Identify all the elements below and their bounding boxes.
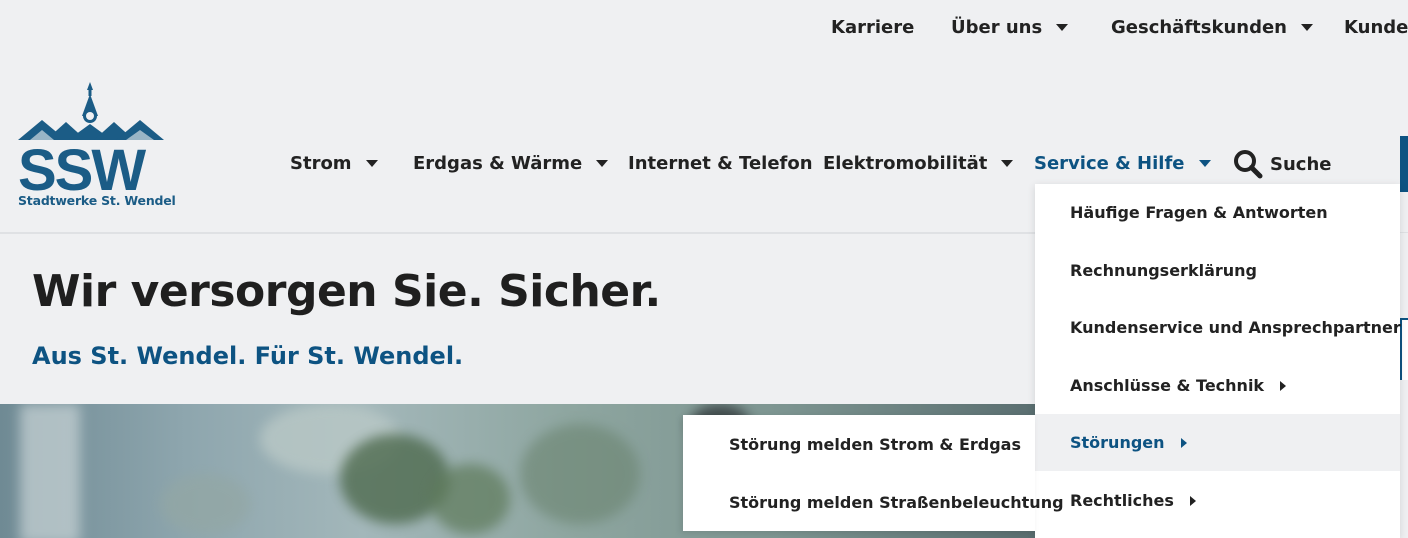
side-panel-edge xyxy=(1400,232,1408,312)
submenu-item-label: Störung melden Strom & Erdgas xyxy=(729,434,1021,454)
dropdown-item-rechnungserklaerung[interactable]: Rechnungserklärung xyxy=(1035,242,1400,299)
side-tab[interactable] xyxy=(1400,136,1408,192)
chevron-right-icon xyxy=(1180,437,1187,448)
chevron-right-icon xyxy=(1280,380,1287,391)
submenu-item-stoerung-strom-erdgas[interactable]: Störung melden Strom & Erdgas xyxy=(683,415,1035,473)
nav-item-label: Erdgas & Wärme xyxy=(413,153,583,174)
side-widget-edge[interactable] xyxy=(1400,318,1408,380)
caret-down-icon xyxy=(1198,160,1211,167)
caret-down-icon xyxy=(365,160,378,167)
dropdown-item-faq[interactable]: Häufige Fragen & Antworten xyxy=(1035,184,1400,241)
nav-item-internet-telefon[interactable]: Internet & Telefon xyxy=(628,153,813,174)
dropdown-item-label: Rechtliches xyxy=(1070,491,1174,510)
dropdown-item-label: Störungen xyxy=(1070,433,1165,452)
hero-subtitle: Aus St. Wendel. Für St. Wendel. xyxy=(32,342,464,370)
dropdown-item-kundenservice[interactable]: Kundenservice und Ansprechpartner xyxy=(1035,299,1401,356)
nav-item-erdgas-waerme[interactable]: Erdgas & Wärme xyxy=(413,153,609,174)
plant-blur xyxy=(430,464,510,534)
stoerungen-submenu: Störung melden Strom & Erdgas Störung me… xyxy=(683,415,1064,531)
logo-subtitle: Stadtwerke St. Wendel xyxy=(18,193,176,208)
dropdown-item-label: Anschlüsse & Technik xyxy=(1070,376,1265,395)
topnav-item-kunden[interactable]: Kunden xyxy=(1344,17,1408,38)
top-utility-nav: Karriere Über uns Geschäftskunden Kunden xyxy=(0,0,1408,56)
topnav-item-label: Über uns xyxy=(951,17,1043,38)
window-highlight xyxy=(20,404,80,538)
topnav-item-geschaeftskunden[interactable]: Geschäftskunden xyxy=(1111,17,1313,38)
dropdown-item-label: Kundenservice und Ansprechpartner xyxy=(1070,318,1401,337)
nav-item-service-hilfe[interactable]: Service & Hilfe xyxy=(1034,153,1211,174)
search-icon xyxy=(1234,150,1263,179)
caret-down-icon xyxy=(1001,160,1014,167)
topnav-item-karriere[interactable]: Karriere xyxy=(831,17,914,38)
dropdown-item-stoerungen[interactable]: Störungen xyxy=(1035,414,1400,471)
dropdown-item-rechtliches[interactable]: Rechtliches xyxy=(1035,472,1400,529)
ssw-logo-graphic: SSW xyxy=(18,82,164,203)
caret-down-icon xyxy=(1300,24,1313,31)
background-blur xyxy=(160,474,250,534)
caret-down-icon xyxy=(596,160,609,167)
header-divider xyxy=(0,232,1036,234)
nav-item-label: Service & Hilfe xyxy=(1034,153,1185,174)
hero-title: Wir versorgen Sie. Sicher. xyxy=(32,266,661,317)
nav-item-strom[interactable]: Strom xyxy=(290,153,378,174)
search-label: Suche xyxy=(1270,153,1332,175)
topnav-item-label: Kunden xyxy=(1344,17,1408,38)
nav-item-elektromobilitaet[interactable]: Elektromobilität xyxy=(823,153,1014,174)
plant-blur xyxy=(520,424,640,524)
submenu-item-label: Störung melden Straßenbeleuchtung xyxy=(729,492,1064,512)
dropdown-item-label: Häufige Fragen & Antworten xyxy=(1070,203,1328,222)
service-hilfe-dropdown: Häufige Fragen & Antworten Rechnungserkl… xyxy=(1035,184,1401,538)
chevron-right-icon xyxy=(1189,495,1196,506)
dropdown-item-anschluesse-technik[interactable]: Anschlüsse & Technik xyxy=(1035,357,1400,414)
topnav-item-label: Karriere xyxy=(831,17,915,38)
submenu-item-stoerung-strassenbeleuchtung[interactable]: Störung melden Straßenbeleuchtung xyxy=(683,473,1064,531)
nav-item-label: Elektromobilität xyxy=(823,153,988,174)
search-button[interactable]: Suche xyxy=(1232,148,1331,180)
topnav-item-ueber-uns[interactable]: Über uns xyxy=(951,17,1069,38)
nav-item-label: Internet & Telefon xyxy=(628,153,813,174)
caret-down-icon xyxy=(1056,24,1069,31)
svg-text:SSW: SSW xyxy=(18,138,146,194)
nav-item-label: Strom xyxy=(290,153,352,174)
topnav-item-label: Geschäftskunden xyxy=(1111,17,1287,38)
dropdown-item-label: Rechnungserklärung xyxy=(1070,261,1257,280)
